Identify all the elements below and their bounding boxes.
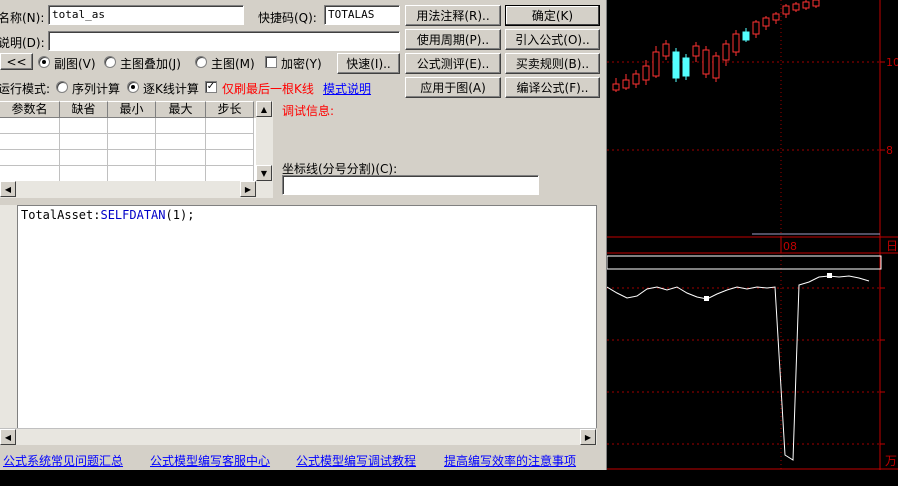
candle-body bbox=[772, 13, 780, 21]
candle-body bbox=[752, 21, 760, 35]
date-label: 08 bbox=[783, 240, 797, 253]
subchart-radio-label: 副图(V) bbox=[54, 57, 96, 71]
parameter-table[interactable]: 参数名 缺省 最小 最大 步长 bbox=[0, 101, 257, 181]
main-overlay-radio-label: 主图叠加(J) bbox=[120, 57, 181, 71]
side-label: 万 bbox=[885, 454, 897, 468]
indicator-title-bar bbox=[606, 255, 882, 270]
support-center-link[interactable]: 公式模型编写客服中心 bbox=[150, 452, 270, 469]
usage-period-button[interactable]: 使用周期(P).. bbox=[405, 29, 501, 50]
table-row[interactable] bbox=[0, 166, 257, 181]
candle-body bbox=[802, 1, 810, 9]
sequence-calc-label: 序列计算 bbox=[72, 82, 121, 96]
candle-body bbox=[682, 57, 690, 77]
candle-body bbox=[812, 0, 820, 7]
quick-button[interactable]: 快速(I).. bbox=[337, 53, 400, 74]
indicator-marker bbox=[827, 273, 832, 278]
last-bar-only-label: 仅刷最后一根K线 bbox=[222, 82, 314, 96]
candle-body bbox=[792, 3, 800, 11]
formula-test-button[interactable]: 公式测评(E).. bbox=[405, 53, 501, 74]
candle-body bbox=[702, 49, 710, 75]
table-horizontal-scrollbar[interactable]: ◀ ▶ bbox=[0, 181, 273, 198]
candle-body bbox=[692, 45, 700, 57]
column-header: 步长 bbox=[206, 101, 254, 118]
trade-rules-button[interactable]: 买卖规则(B).. bbox=[505, 53, 600, 74]
mode-help-link[interactable]: 模式说明 bbox=[323, 80, 371, 97]
per-bar-calc-label: 逐K线计算 bbox=[143, 82, 199, 96]
name-label: 名称(N): bbox=[0, 11, 45, 25]
hotkey-label: 快捷码(Q): bbox=[258, 11, 317, 25]
editor-left-gutter bbox=[0, 205, 17, 445]
run-mode-label: 运行模式: bbox=[0, 82, 51, 96]
per-bar-calc-radio[interactable] bbox=[127, 81, 139, 93]
scroll-left-icon[interactable]: ◀ bbox=[0, 181, 16, 197]
table-row[interactable] bbox=[0, 150, 257, 166]
sequence-calc-radio[interactable] bbox=[56, 81, 68, 93]
candle-body bbox=[632, 73, 640, 85]
faq-link[interactable]: 公式系统常见问题汇总 bbox=[3, 452, 123, 469]
indicator-line bbox=[606, 275, 870, 461]
candle-body bbox=[762, 17, 770, 27]
candle-body bbox=[732, 33, 740, 53]
import-formula-button[interactable]: 引入公式(O).. bbox=[505, 29, 600, 50]
main-overlay-radio[interactable] bbox=[104, 56, 116, 68]
candle-body bbox=[712, 55, 720, 79]
candle-body bbox=[612, 83, 620, 91]
chart-svg: 10 8 08 日 万 bbox=[606, 0, 898, 470]
table-row[interactable] bbox=[0, 118, 257, 134]
candlestick-series bbox=[612, 0, 820, 92]
ok-button[interactable]: 确定(K) bbox=[505, 5, 600, 26]
main-chart-radio[interactable] bbox=[195, 56, 207, 68]
last-bar-only-checkbox[interactable]: ✓ bbox=[205, 81, 217, 93]
scroll-right-icon[interactable]: ▶ bbox=[580, 429, 596, 445]
table-vertical-scrollbar[interactable]: ▲ ▼ bbox=[256, 101, 273, 181]
scroll-left-icon[interactable]: ◀ bbox=[0, 429, 16, 445]
scroll-down-icon[interactable]: ▼ bbox=[256, 165, 272, 181]
candle-body bbox=[782, 5, 790, 15]
column-header: 最大 bbox=[156, 101, 206, 118]
compile-formula-button[interactable]: 编译公式(F).. bbox=[505, 77, 600, 98]
name-input[interactable]: total_as bbox=[48, 5, 244, 25]
table-row[interactable] bbox=[0, 134, 257, 150]
apply-to-chart-button[interactable]: 应用于图(A) bbox=[405, 77, 501, 98]
price-tick-label: 8 bbox=[886, 144, 893, 157]
candle-body bbox=[622, 79, 630, 89]
axis-lines-input[interactable] bbox=[282, 175, 539, 195]
code-identifier: TotalAsset bbox=[21, 208, 94, 222]
candle-body bbox=[672, 51, 680, 79]
formula-editor-dialog: 名称(N): total_as 快捷码(Q): TOTALAS 用法注释(R).… bbox=[0, 0, 607, 470]
scroll-up-icon[interactable]: ▲ bbox=[256, 101, 272, 117]
debug-info-label: 调试信息: bbox=[282, 104, 335, 118]
candle-body bbox=[642, 65, 650, 81]
price-tick-label: 10 bbox=[886, 56, 898, 69]
code-editor[interactable]: TotalAsset:SELFDATAN(1); bbox=[17, 205, 597, 445]
column-header: 参数名 bbox=[0, 101, 60, 118]
description-input[interactable] bbox=[48, 31, 400, 51]
price-chart-panel: 10 8 08 日 万 bbox=[606, 0, 898, 470]
column-header: 缺省 bbox=[60, 101, 108, 118]
code-function: SELFDATAN bbox=[100, 208, 166, 222]
code-line[interactable]: TotalAsset:SELFDATAN(1); bbox=[21, 208, 194, 222]
code-args: (1); bbox=[165, 208, 195, 222]
usage-notes-button[interactable]: 用法注释(R).. bbox=[405, 5, 501, 26]
subchart-radio[interactable] bbox=[38, 56, 50, 68]
efficiency-tips-link[interactable]: 提高编写效率的注意事项 bbox=[444, 452, 576, 469]
hotkey-input[interactable]: TOTALAS bbox=[324, 5, 400, 25]
collapse-button[interactable]: << bbox=[0, 53, 33, 70]
indicator-marker bbox=[704, 296, 709, 301]
candle-body bbox=[722, 43, 730, 61]
candle-body bbox=[652, 51, 660, 77]
parameter-table-header: 参数名 缺省 最小 最大 步长 bbox=[0, 101, 257, 118]
encrypt-checkbox[interactable] bbox=[265, 56, 277, 68]
scroll-right-icon[interactable]: ▶ bbox=[240, 181, 256, 197]
candle-body bbox=[742, 31, 750, 41]
column-header: 最小 bbox=[108, 101, 156, 118]
candle-body bbox=[662, 43, 670, 57]
editor-horizontal-scrollbar[interactable]: ◀ ▶ bbox=[0, 428, 597, 445]
encrypt-checkbox-label: 加密(Y) bbox=[281, 57, 322, 71]
main-chart-radio-label: 主图(M) bbox=[211, 57, 255, 71]
debug-tutorial-link[interactable]: 公式模型编写调试教程 bbox=[296, 452, 416, 469]
status-strip bbox=[0, 470, 898, 486]
side-label: 日 bbox=[886, 239, 898, 253]
description-label: 说明(D): bbox=[0, 36, 45, 50]
